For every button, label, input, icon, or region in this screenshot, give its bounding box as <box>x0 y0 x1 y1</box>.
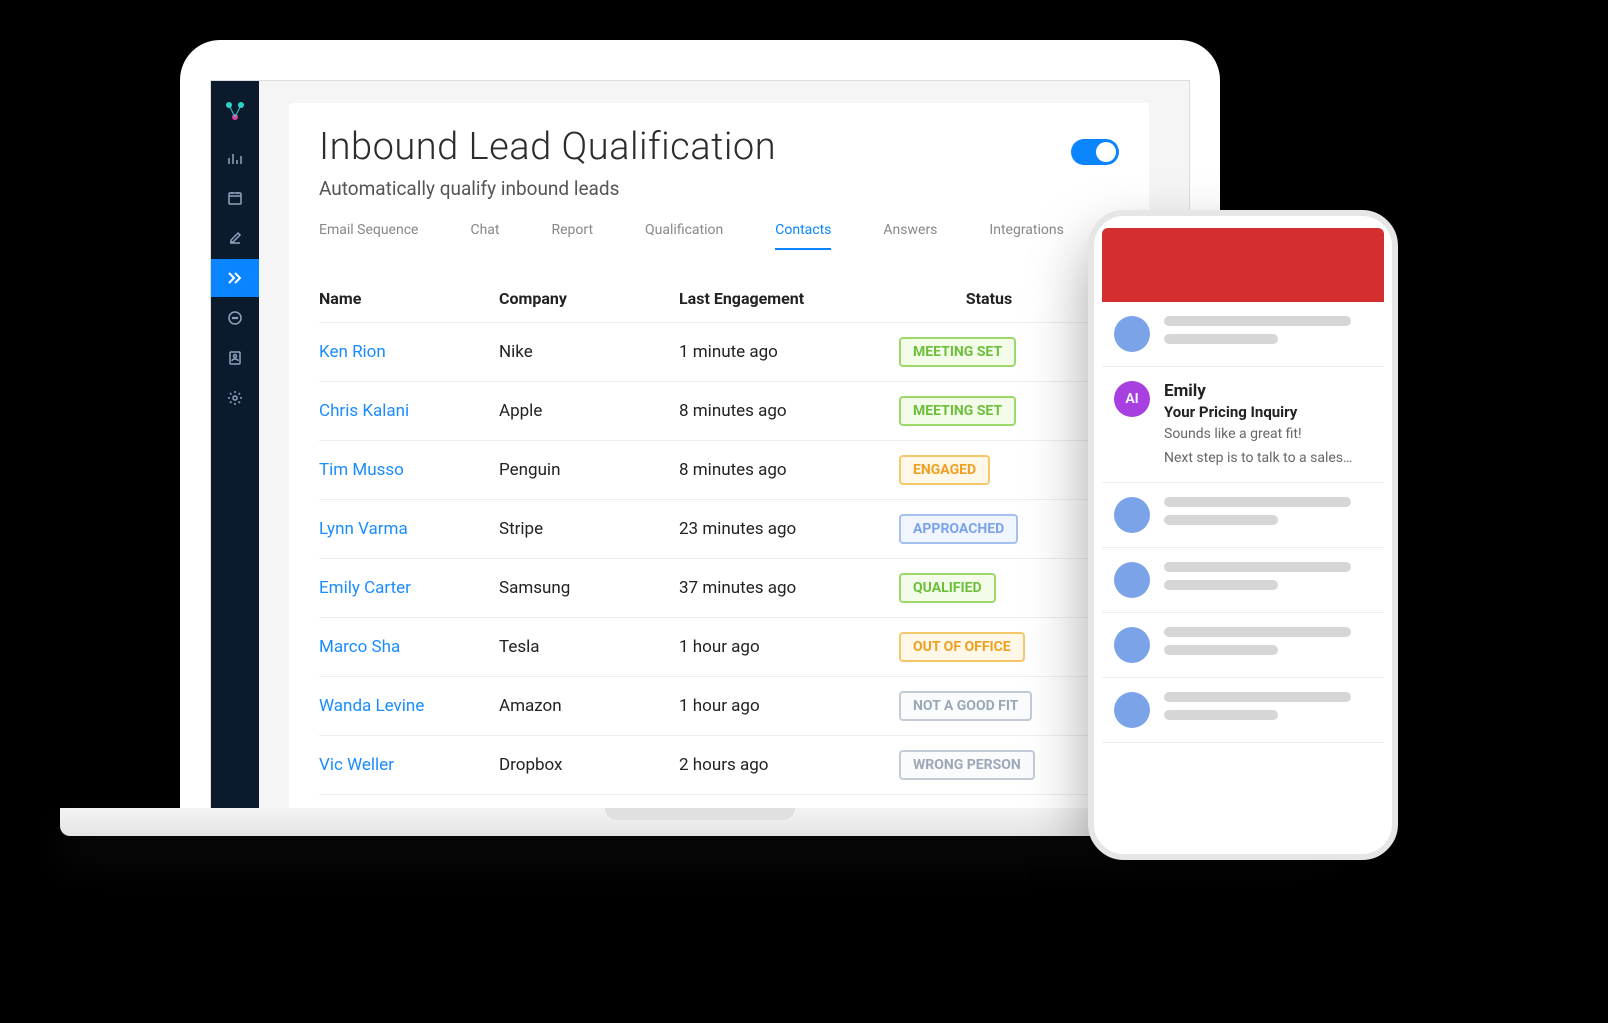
contact-last-engagement: 1 minute ago <box>679 342 899 362</box>
contact-company: Amazon <box>499 696 679 716</box>
col-name: Name <box>319 289 499 308</box>
contact-name-link[interactable]: Wanda Levine <box>319 696 499 716</box>
phone-message-list: AI Emily Your Pricing Inquiry Sounds lik… <box>1094 302 1392 743</box>
avatar <box>1114 692 1150 728</box>
contacts-table: Name Company Last Engagement Status Ken … <box>319 275 1119 795</box>
page-subtitle: Automatically qualify inbound leads <box>319 177 776 200</box>
contact-last-engagement: 1 hour ago <box>679 696 899 716</box>
col-engagement: Last Engagement <box>679 289 899 308</box>
status-badge: WRONG PERSON <box>899 750 1035 780</box>
status-badge: QUALIFIED <box>899 573 996 603</box>
status-badge: APPROACHED <box>899 514 1018 544</box>
table-row: Marco ShaTesla1 hour agoOUT OF OFFICE <box>319 618 1119 677</box>
avatar <box>1114 562 1150 598</box>
contact-name-link[interactable]: Vic Weller <box>319 755 499 775</box>
contact-last-engagement: 8 minutes ago <box>679 460 899 480</box>
main-content: Inbound Lead Qualification Automatically… <box>259 81 1189 809</box>
avatar <box>1114 627 1150 663</box>
contact-last-engagement: 23 minutes ago <box>679 519 899 539</box>
tab-answers[interactable]: Answers <box>883 222 937 250</box>
contact-name-link[interactable]: Emily Carter <box>319 578 499 598</box>
message-sender: Emily <box>1164 381 1352 401</box>
sidebar-item-workflows[interactable] <box>211 259 259 297</box>
contact-last-engagement: 8 minutes ago <box>679 401 899 421</box>
table-row: Wanda LevineAmazon1 hour agoNOT A GOOD F… <box>319 677 1119 736</box>
status-badge: NOT A GOOD FIT <box>899 691 1032 721</box>
table-header-row: Name Company Last Engagement Status <box>319 275 1119 323</box>
contact-company: Dropbox <box>499 755 679 775</box>
table-row: Lynn VarmaStripe23 minutes agoAPPROACHED <box>319 500 1119 559</box>
status-badge: MEETING SET <box>899 396 1016 426</box>
message-subject: Your Pricing Inquiry <box>1164 403 1352 421</box>
contact-company: Tesla <box>499 637 679 657</box>
tab-qualification[interactable]: Qualification <box>645 222 723 250</box>
col-company: Company <box>499 289 679 308</box>
contact-company: Stripe <box>499 519 679 539</box>
contact-name-link[interactable]: Marco Sha <box>319 637 499 657</box>
tab-integrations[interactable]: Integrations <box>989 222 1063 250</box>
contact-name-link[interactable]: Lynn Varma <box>319 519 499 539</box>
sidebar-item-calendar[interactable] <box>211 179 259 217</box>
contact-company: Penguin <box>499 460 679 480</box>
contact-name-link[interactable]: Chris Kalani <box>319 401 499 421</box>
page-title: Inbound Lead Qualification <box>319 125 776 169</box>
tab-contacts[interactable]: Contacts <box>775 222 831 250</box>
phone-app-header <box>1102 228 1384 302</box>
laptop-frame: Inbound Lead Qualification Automatically… <box>180 40 1220 810</box>
contact-company: Apple <box>499 401 679 421</box>
content-card: Inbound Lead Qualification Automatically… <box>289 103 1149 809</box>
tab-email-sequence[interactable]: Email Sequence <box>319 222 418 250</box>
sidebar-item-analytics[interactable] <box>211 139 259 177</box>
ai-avatar: AI <box>1114 381 1150 417</box>
contact-last-engagement: 2 hours ago <box>679 755 899 775</box>
enable-toggle[interactable] <box>1071 139 1119 165</box>
table-row: Emily CarterSamsung37 minutes agoQUALIFI… <box>319 559 1119 618</box>
message-item-placeholder[interactable] <box>1102 548 1384 613</box>
avatar <box>1114 316 1150 352</box>
table-row: Ken RionNike1 minute agoMEETING SET <box>319 323 1119 382</box>
col-status: Status <box>899 289 1079 308</box>
status-badge: MEETING SET <box>899 337 1016 367</box>
contact-name-link[interactable]: Ken Rion <box>319 342 499 362</box>
message-item-placeholder[interactable] <box>1102 613 1384 678</box>
sidebar-item-settings[interactable] <box>211 379 259 417</box>
avatar <box>1114 497 1150 533</box>
message-item-emily[interactable]: AI Emily Your Pricing Inquiry Sounds lik… <box>1102 367 1384 483</box>
table-row: Chris KalaniApple8 minutes agoMEETING SE… <box>319 382 1119 441</box>
message-item-placeholder[interactable] <box>1102 678 1384 743</box>
phone-frame: AI Emily Your Pricing Inquiry Sounds lik… <box>1088 210 1398 860</box>
contact-last-engagement: 37 minutes ago <box>679 578 899 598</box>
message-item-placeholder[interactable] <box>1102 302 1384 367</box>
app-logo[interactable] <box>211 89 259 133</box>
status-badge: ENGAGED <box>899 455 990 485</box>
screen: Inbound Lead Qualification Automatically… <box>210 80 1190 810</box>
tab-chat[interactable]: Chat <box>470 222 499 250</box>
contact-company: Nike <box>499 342 679 362</box>
sidebar-item-chat[interactable] <box>211 299 259 337</box>
sidebar-item-compose[interactable] <box>211 219 259 257</box>
message-preview-1: Sounds like a great fit! <box>1164 425 1352 445</box>
contact-last-engagement: 1 hour ago <box>679 637 899 657</box>
tabs: Email Sequence Chat Report Qualification Con… <box>319 222 1119 251</box>
status-badge: OUT OF OFFICE <box>899 632 1025 662</box>
table-row: Tim MussoPenguin8 minutes agoENGAGED <box>319 441 1119 500</box>
table-row: Vic WellerDropbox2 hours agoWRONG PERSON <box>319 736 1119 795</box>
contact-name-link[interactable]: Tim Musso <box>319 460 499 480</box>
tab-report[interactable]: Report <box>551 222 593 250</box>
message-item-placeholder[interactable] <box>1102 483 1384 548</box>
message-preview-2: Next step is to talk to a sales… <box>1164 449 1352 469</box>
sidebar <box>211 81 259 809</box>
sidebar-item-contacts[interactable] <box>211 339 259 377</box>
contact-company: Samsung <box>499 578 679 598</box>
